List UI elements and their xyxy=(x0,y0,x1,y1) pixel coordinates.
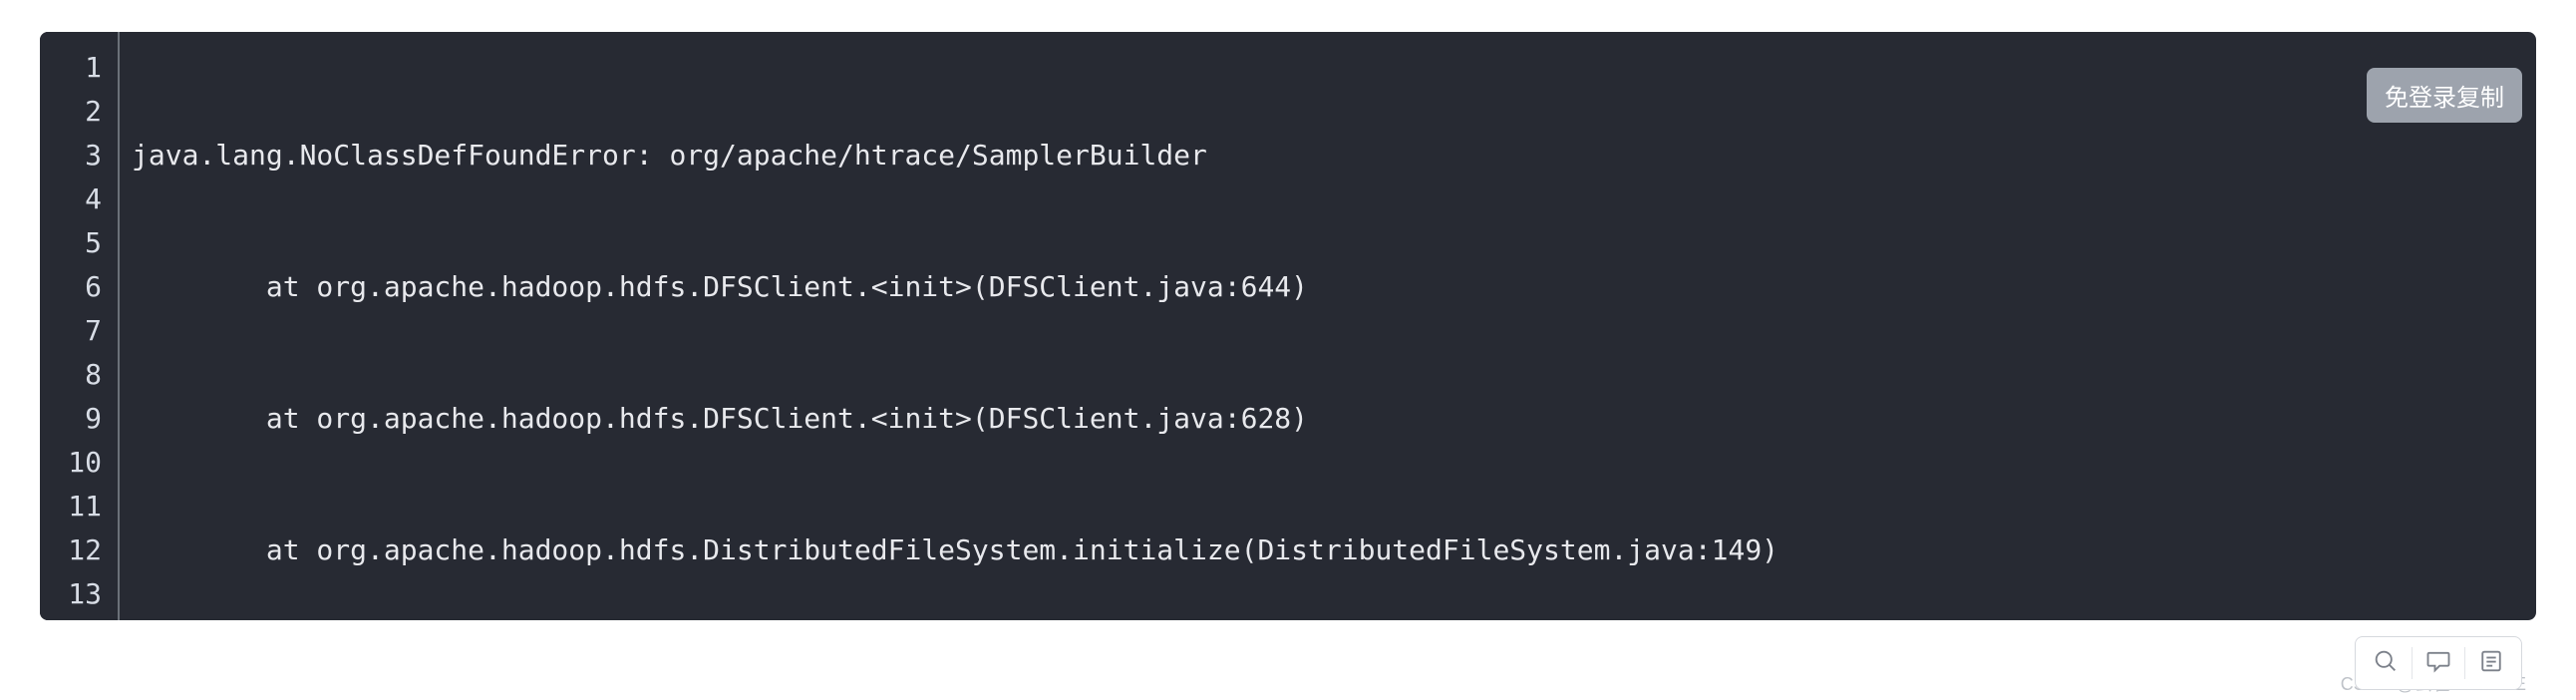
line-gutter: 1 2 3 4 5 6 7 8 9 10 11 12 13 xyxy=(40,32,120,620)
code-line: at org.apache.hadoop.hdfs.DFSClient.<ini… xyxy=(132,265,1778,309)
comment-action[interactable] xyxy=(2413,641,2464,685)
line-number: 12 xyxy=(64,528,102,572)
code-content: java.lang.NoClassDefFoundError: org/apac… xyxy=(120,32,1796,620)
line-number: 8 xyxy=(64,353,102,397)
action-bar xyxy=(2355,636,2522,690)
line-number: 4 xyxy=(64,177,102,221)
copy-button[interactable]: 免登录复制 xyxy=(2367,68,2522,123)
line-number: 9 xyxy=(64,397,102,441)
line-number: 5 xyxy=(64,221,102,265)
code-line: at org.apache.hadoop.hdfs.DFSClient.<ini… xyxy=(132,397,1778,441)
comment-icon xyxy=(2424,647,2452,679)
note-action[interactable] xyxy=(2465,641,2517,685)
search-action[interactable] xyxy=(2360,641,2412,685)
line-number: 3 xyxy=(64,134,102,177)
line-number: 10 xyxy=(64,441,102,485)
line-number: 13 xyxy=(64,572,102,616)
code-line: java.lang.NoClassDefFoundError: org/apac… xyxy=(132,134,1778,177)
line-number: 2 xyxy=(64,90,102,134)
line-number: 7 xyxy=(64,309,102,353)
line-number: 1 xyxy=(64,46,102,90)
search-icon xyxy=(2372,647,2400,679)
note-icon xyxy=(2477,647,2505,679)
code-line: at org.apache.hadoop.hdfs.DistributedFil… xyxy=(132,528,1778,572)
code-block: 1 2 3 4 5 6 7 8 9 10 11 12 13 java.lang.… xyxy=(40,32,2536,620)
line-number: 6 xyxy=(64,265,102,309)
line-number: 11 xyxy=(64,485,102,528)
